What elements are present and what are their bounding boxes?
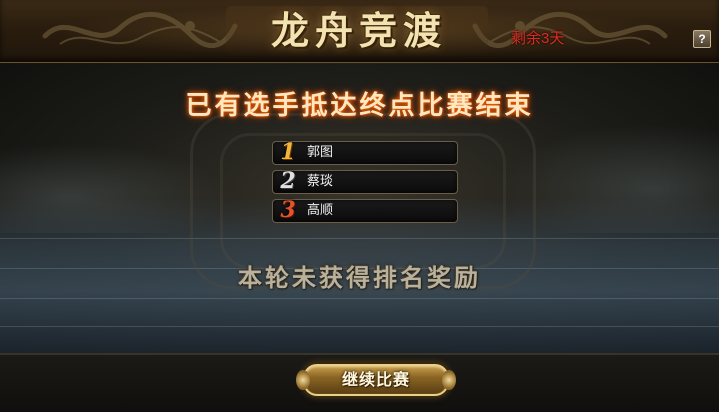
title-bar: 龙舟竞渡 剩余3天 ?	[0, 0, 719, 64]
continue-race-label: 继续比赛	[341, 370, 410, 389]
result-panel: 已有选手抵达终点比赛结束 1 郭图 2 蔡琰 3 高顺 本轮未获得排名奖励	[0, 63, 719, 353]
ranking-row: 3 高顺	[272, 197, 458, 223]
ranking-row: 1 郭图	[272, 139, 458, 165]
race-result-headline: 已有选手抵达终点比赛结束	[185, 91, 534, 121]
ranking-list: 1 郭图 2 蔡琰 3 高顺	[272, 139, 458, 228]
rank-number: 3	[280, 197, 296, 223]
player-name: 蔡琰	[307, 174, 334, 189]
player-name: 高顺	[307, 203, 334, 218]
continue-race-button[interactable]: 继续比赛	[296, 364, 456, 396]
reward-message: 本轮未获得排名奖励	[238, 263, 481, 292]
rank-number: 1	[280, 139, 296, 165]
dragon-ornament-icon	[472, 11, 668, 48]
days-left-label: 剩余3天	[511, 30, 565, 47]
page-title: 龙舟竞渡	[270, 8, 447, 53]
ranking-row: 2 蔡琰	[272, 168, 458, 194]
dragon-ornament-icon	[42, 11, 238, 48]
player-name: 郭图	[307, 145, 334, 160]
rank-number: 2	[280, 168, 296, 194]
help-button[interactable]: ?	[693, 30, 711, 48]
